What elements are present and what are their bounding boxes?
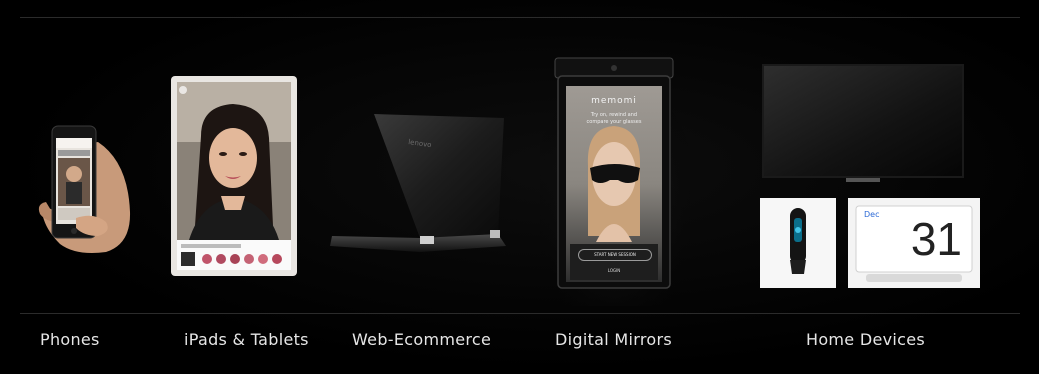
label-digital-mirrors: Digital Mirrors <box>555 330 672 349</box>
phone-device-image <box>36 122 136 257</box>
slide-frame: lenovo memomi Try on, rewind and compare… <box>0 0 1039 374</box>
calendar-display-image: Dec 31 <box>848 198 980 288</box>
digital-mirror-image: memomi Try on, rewind and compare your g… <box>540 56 690 306</box>
calendar-day: 31 <box>910 213 962 265</box>
label-ipads-tablets: iPads & Tablets <box>184 330 309 349</box>
login-link[interactable]: LOGIN <box>566 268 662 273</box>
calendar-month: Dec <box>864 210 880 219</box>
laptop-device-image: lenovo <box>328 110 510 260</box>
label-web-ecommerce: Web-Ecommerce <box>352 330 492 349</box>
bottom-divider <box>20 313 1020 314</box>
mirror-tagline-1: Try on, rewind and <box>590 112 638 118</box>
label-home-devices: Home Devices <box>806 330 925 349</box>
mirror-tagline-2: compare your glasses <box>586 119 642 125</box>
start-new-session-button[interactable]: START NEW SESSION <box>578 249 652 261</box>
tablet-device-image <box>171 76 297 276</box>
smart-speaker-image <box>760 198 836 288</box>
tv-device-image <box>762 64 964 184</box>
label-phones: Phones <box>40 330 100 349</box>
top-divider <box>20 17 1020 18</box>
mirror-brand: memomi <box>591 96 637 106</box>
